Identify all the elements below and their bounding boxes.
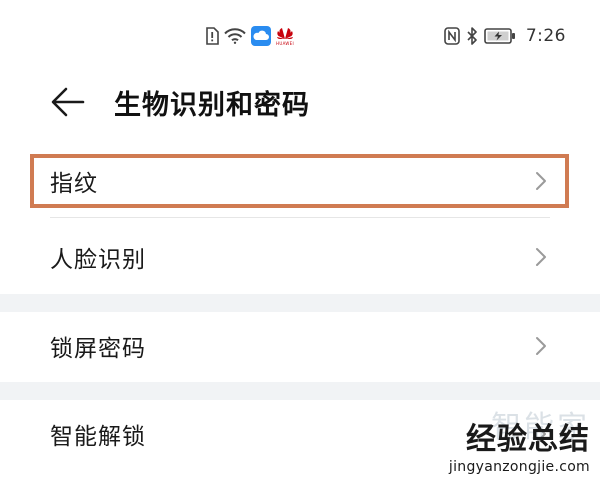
battery-charging-icon	[484, 28, 516, 44]
status-time: 7:26	[525, 26, 566, 46]
divider	[50, 217, 550, 218]
cloud-app-icon	[251, 26, 271, 46]
list-item-smart-unlock[interactable]: 智能解锁	[0, 398, 600, 470]
page-title: 生物识别和密码	[114, 90, 310, 121]
chevron-right-icon	[534, 170, 548, 192]
nfc-icon	[444, 27, 460, 45]
status-bar: HUAWEI 7:26	[0, 0, 600, 70]
huawei-logo-icon: HUAWEI	[276, 27, 294, 46]
status-bar-center-icons: HUAWEI	[205, 24, 294, 48]
huawei-brand-text: HUAWEI	[276, 40, 294, 46]
list-item-label: 指纹	[50, 171, 98, 197]
bluetooth-icon	[466, 27, 478, 45]
list-item-lock-screen-password[interactable]: 锁屏密码	[0, 310, 600, 382]
chevron-right-icon	[534, 246, 548, 268]
list-item-label: 智能解锁	[50, 424, 146, 450]
back-button[interactable]	[48, 84, 88, 120]
status-bar-right-icons: 7:26	[444, 24, 566, 48]
list-item-face-recognition[interactable]: 人脸识别	[0, 221, 600, 293]
list-item-fingerprint[interactable]: 指纹	[0, 145, 600, 217]
sim-alert-icon	[205, 27, 219, 45]
list-item-label: 锁屏密码	[50, 336, 146, 362]
chevron-right-icon	[534, 335, 548, 357]
arrow-left-icon	[51, 87, 85, 117]
title-bar: 生物识别和密码	[0, 70, 600, 135]
chevron-right-icon	[534, 423, 548, 445]
wifi-icon	[224, 28, 246, 44]
list-item-label: 人脸识别	[50, 247, 146, 273]
